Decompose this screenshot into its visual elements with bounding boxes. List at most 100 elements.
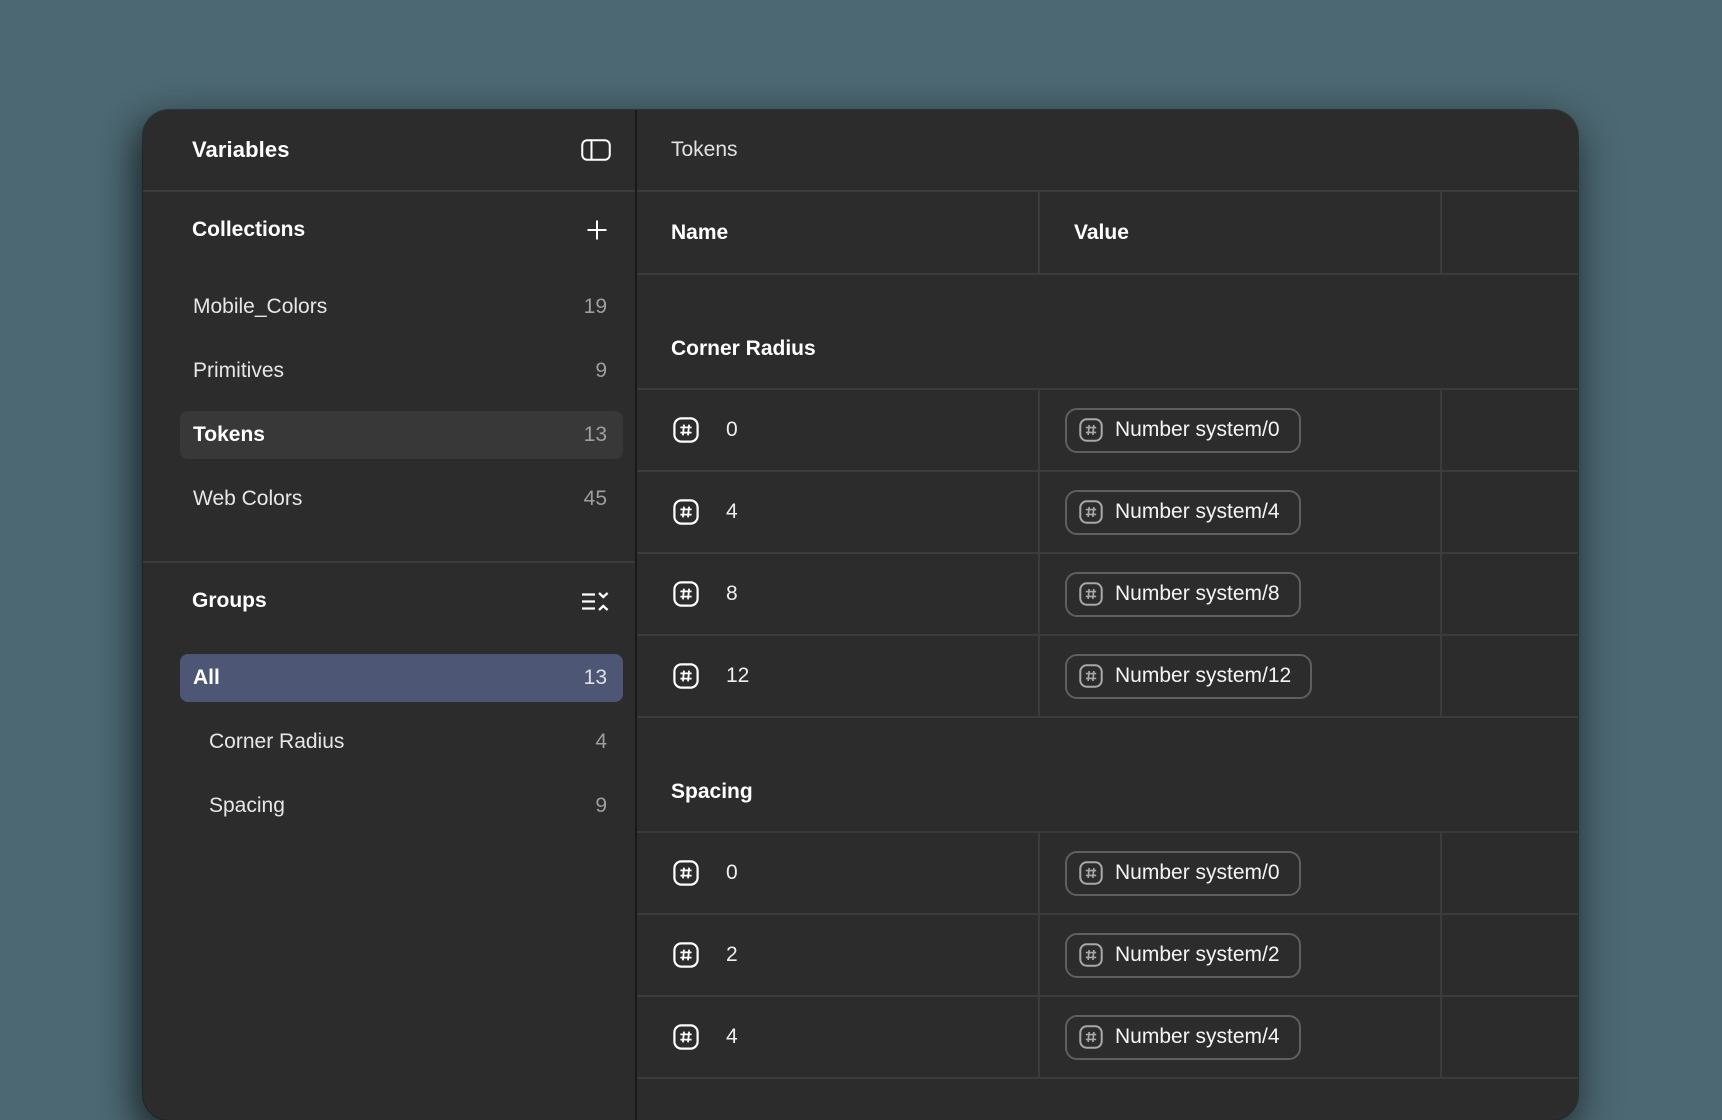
value-alias-label: Number system/4 — [1115, 500, 1280, 523]
row-actions-cell — [1440, 833, 1578, 913]
column-header-value: Value — [1038, 192, 1440, 273]
sidebar-item-spacing[interactable]: Spacing 9 — [180, 782, 623, 830]
value-alias-label: Number system/0 — [1115, 861, 1280, 884]
collapse-groups-button[interactable] — [580, 588, 609, 615]
value-alias-chip[interactable]: Number system/0 — [1065, 850, 1301, 896]
token-name-cell[interactable]: 8 — [637, 554, 1038, 634]
token-value-cell[interactable]: Number system/4 — [1038, 997, 1440, 1077]
plus-icon — [587, 220, 607, 240]
number-variable-icon — [1079, 418, 1103, 442]
row-actions-cell — [1440, 390, 1578, 470]
sidebar-item-tokens[interactable]: Tokens 13 — [180, 411, 623, 459]
table-row-corner-radius-0[interactable]: 0 Number system/0 — [637, 390, 1578, 472]
sidebar-item-count: 19 — [583, 295, 607, 318]
table-row-spacing-4[interactable]: 4 Number system/4 — [637, 997, 1578, 1079]
table-row-spacing-0[interactable]: 0 Number system/0 — [637, 833, 1578, 915]
sidebar-item-count: 13 — [583, 423, 607, 446]
token-value-cell[interactable]: Number system/12 — [1038, 636, 1440, 716]
value-alias-chip[interactable]: Number system/2 — [1065, 932, 1301, 978]
row-actions-cell — [1440, 472, 1578, 552]
table-row-corner-radius-4[interactable]: 4 Number system/4 — [637, 472, 1578, 554]
value-alias-label: Number system/8 — [1115, 582, 1280, 605]
column-header-name: Name — [671, 220, 729, 244]
token-value-cell[interactable]: Number system/4 — [1038, 472, 1440, 552]
value-alias-chip[interactable]: Number system/8 — [1065, 571, 1301, 617]
number-variable-icon — [673, 663, 699, 689]
sidebar-item-web-colors[interactable]: Web Colors 45 — [180, 475, 623, 523]
sidebar-item-count: 45 — [583, 487, 607, 510]
table-header-row: Name Value — [637, 192, 1578, 275]
panel-layout-icon — [581, 139, 611, 161]
table-row-spacing-2[interactable]: 2 Number system/2 — [637, 915, 1578, 997]
value-alias-label: Number system/12 — [1115, 664, 1292, 687]
column-header-actions — [1440, 192, 1578, 273]
tokens-panel-header: Tokens — [637, 110, 1578, 190]
groups-list: All 13 Corner Radius 4 Spacing 9 — [143, 654, 635, 868]
row-actions-cell — [1440, 636, 1578, 716]
sidebar-item-count: 9 — [595, 359, 607, 382]
toggle-sidebar-button[interactable] — [581, 139, 611, 161]
sidebar-item-primitives[interactable]: Primitives 9 — [180, 347, 623, 395]
value-alias-chip[interactable]: Number system/0 — [1065, 407, 1301, 453]
sidebar-item-label: Corner Radius — [209, 730, 345, 753]
add-collection-button[interactable] — [585, 218, 609, 242]
number-variable-icon — [673, 499, 699, 525]
sidebar-item-mobile-colors[interactable]: Mobile_Colors 19 — [180, 283, 623, 331]
variables-table: Name Value Corner Radius 0 Number system… — [637, 192, 1578, 1079]
token-value-cell[interactable]: Number system/0 — [1038, 390, 1440, 470]
sidebar-item-count: 13 — [583, 666, 607, 689]
table-group-header-spacing: Spacing — [637, 718, 1578, 833]
token-name: 4 — [726, 500, 738, 523]
row-actions-cell — [1440, 554, 1578, 634]
token-name: 0 — [726, 861, 738, 884]
table-group-header-corner-radius: Corner Radius — [637, 275, 1578, 390]
token-name-cell[interactable]: 4 — [637, 472, 1038, 552]
token-name: 0 — [726, 418, 738, 441]
token-value-cell[interactable]: Number system/2 — [1038, 915, 1440, 995]
token-name: 8 — [726, 582, 738, 605]
value-alias-chip[interactable]: Number system/4 — [1065, 489, 1301, 535]
sidebar-item-corner-radius[interactable]: Corner Radius 4 — [180, 718, 623, 766]
token-value-cell[interactable]: Number system/8 — [1038, 554, 1440, 634]
token-name-cell[interactable]: 4 — [637, 997, 1038, 1077]
panel-title: Variables — [192, 137, 290, 162]
value-alias-chip[interactable]: Number system/12 — [1065, 653, 1313, 699]
collapse-list-icon — [582, 591, 609, 611]
sidebar-item-label: Tokens — [193, 423, 265, 446]
number-variable-icon — [1079, 664, 1103, 688]
number-variable-icon — [673, 581, 699, 607]
sidebar-item-label: Primitives — [193, 359, 285, 382]
token-name-cell[interactable]: 0 — [637, 390, 1038, 470]
number-variable-icon — [673, 942, 699, 968]
number-variable-icon — [673, 417, 699, 443]
table-row-corner-radius-8[interactable]: 8 Number system/8 — [637, 554, 1578, 636]
number-variable-icon — [1079, 1025, 1103, 1049]
table-row-corner-radius-12[interactable]: 12 Number system/12 — [637, 636, 1578, 718]
sidebar-item-all[interactable]: All 13 — [180, 654, 623, 702]
value-alias-chip[interactable]: Number system/4 — [1065, 1014, 1301, 1060]
variables-panel-window: Variables Collections Mobile_Colors 19 P… — [143, 110, 1578, 1120]
token-value-cell[interactable]: Number system/0 — [1038, 833, 1440, 913]
token-name: 2 — [726, 943, 738, 966]
value-alias-label: Number system/0 — [1115, 418, 1280, 441]
collections-list: Mobile_Colors 19 Primitives 9 Tokens 13 … — [143, 283, 635, 561]
tokens-panel: Tokens Name Value Corner Radius 0 Number… — [637, 110, 1578, 1120]
sidebar-item-count: 9 — [595, 794, 607, 817]
groups-heading: Groups — [192, 589, 267, 612]
value-alias-label: Number system/2 — [1115, 943, 1280, 966]
number-variable-icon — [1079, 943, 1103, 967]
value-alias-label: Number system/4 — [1115, 1025, 1280, 1048]
token-name-cell[interactable]: 12 — [637, 636, 1038, 716]
sidebar-item-label: Web Colors — [193, 487, 303, 510]
table-body: Corner Radius 0 Number system/0 4 Number… — [637, 275, 1578, 1079]
sidebar: Variables Collections Mobile_Colors 19 P… — [143, 110, 637, 1120]
groups-section: Groups All 13 Corner Radius 4 Spacing 9 — [143, 563, 635, 868]
number-variable-icon — [673, 860, 699, 886]
sidebar-item-label: Spacing — [209, 794, 285, 817]
number-variable-icon — [1079, 582, 1103, 606]
token-name-cell[interactable]: 0 — [637, 833, 1038, 913]
collections-section: Collections Mobile_Colors 19 Primitives … — [143, 192, 635, 561]
token-name: 4 — [726, 1025, 738, 1048]
token-name-cell[interactable]: 2 — [637, 915, 1038, 995]
sidebar-item-count: 4 — [595, 730, 607, 753]
